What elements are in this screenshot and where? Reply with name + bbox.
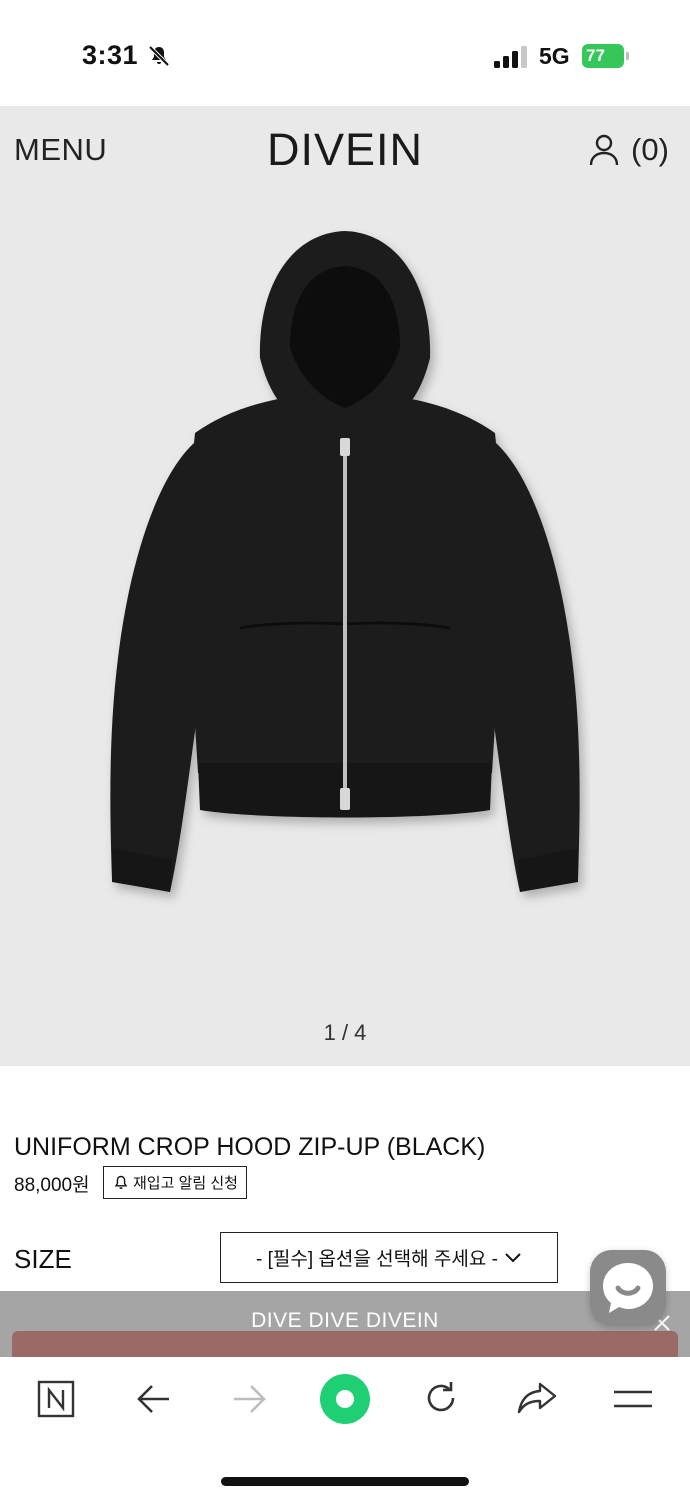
- battery-charging-icon: 77: [582, 44, 630, 68]
- restock-alert-label: 재입고 알림 신청: [133, 1175, 238, 1192]
- chevron-down-icon: [505, 1252, 521, 1262]
- share-icon[interactable]: [516, 1381, 558, 1415]
- hamburger-icon[interactable]: [613, 1388, 653, 1410]
- product-image[interactable]: [100, 228, 590, 908]
- size-label: SIZE: [14, 1244, 72, 1274]
- brand-logo[interactable]: DIVEIN: [0, 124, 690, 176]
- bell-slash-icon: [148, 45, 170, 67]
- product-title: UNIFORM CROP HOOD ZIP-UP (BLACK): [14, 1133, 486, 1161]
- network-label: 5G: [539, 43, 570, 69]
- green-dot-icon[interactable]: [319, 1373, 371, 1425]
- promo-text: DIVE DIVE DIVEIN: [251, 1309, 439, 1332]
- reload-icon[interactable]: [422, 1379, 460, 1417]
- product-price: 88,000원: [14, 1175, 90, 1196]
- battery-level: 77: [582, 44, 624, 68]
- status-bar: 3:31 5G 77: [0, 0, 690, 106]
- user-icon[interactable]: [589, 134, 619, 166]
- home-indicator: [221, 1477, 469, 1486]
- size-select[interactable]: - [필수] 옵션을 선택해 주세요 -: [220, 1232, 558, 1283]
- chat-button[interactable]: [590, 1250, 666, 1326]
- gallery-pager: 1 / 4: [323, 1020, 367, 1045]
- restock-alert-button[interactable]: 재입고 알림 신청: [103, 1166, 247, 1199]
- promo-banner[interactable]: DIVE DIVE DIVEIN: [0, 1291, 690, 1357]
- forward-arrow-icon[interactable]: [230, 1382, 268, 1416]
- status-time: 3:31: [82, 40, 139, 70]
- size-select-value: - [필수] 옵션을 선택해 주세요 -: [256, 1249, 498, 1270]
- promo-strip: [12, 1331, 678, 1357]
- battery-tip: [626, 52, 629, 60]
- bell-icon: [114, 1175, 128, 1189]
- cart-count[interactable]: (0): [631, 132, 669, 168]
- signal-bars-icon: [494, 46, 527, 68]
- naver-n-icon[interactable]: [37, 1380, 75, 1418]
- back-arrow-icon[interactable]: [135, 1382, 173, 1416]
- chat-bubble-icon: [603, 1263, 653, 1313]
